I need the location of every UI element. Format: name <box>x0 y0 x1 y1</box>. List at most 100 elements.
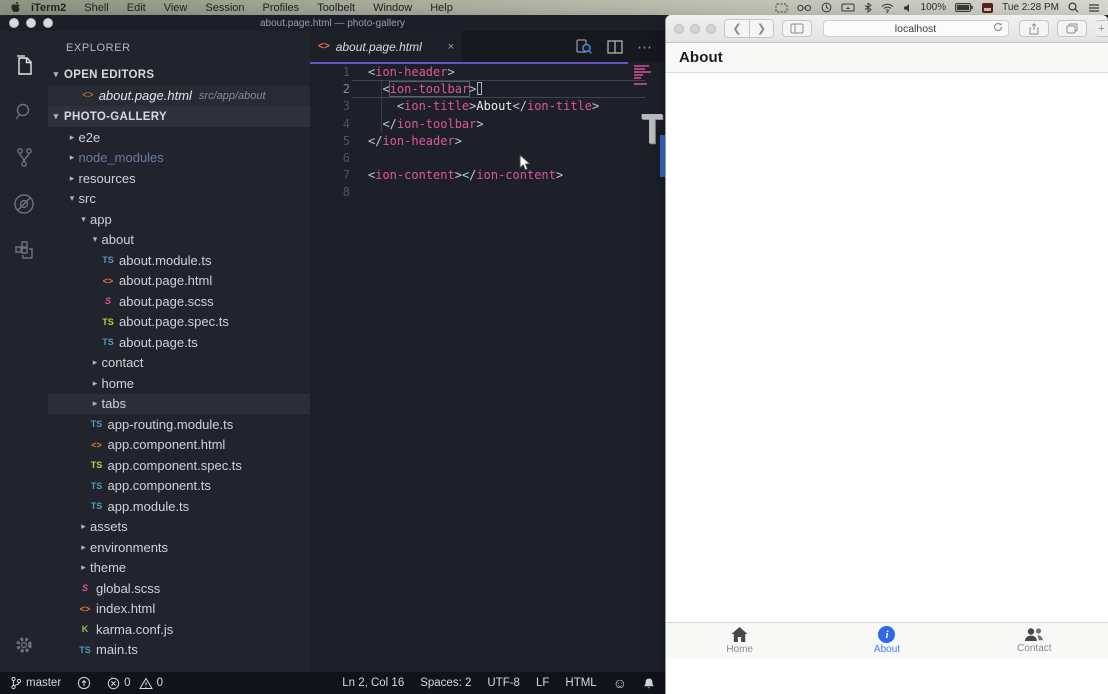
code-line-7[interactable]: 7<ion-content></ion-content> <box>310 167 665 184</box>
battery-icon[interactable] <box>955 3 973 12</box>
tree-item-node-modules[interactable]: ▸node_modules <box>48 148 310 169</box>
clock-menu-icon[interactable] <box>821 2 832 13</box>
project-section-header[interactable]: ▾ PHOTO-GALLERY <box>48 106 310 127</box>
menu-item-view[interactable]: View <box>155 2 197 14</box>
tree-item-app-module-ts[interactable]: TSapp.module.ts <box>48 496 310 517</box>
menu-item-session[interactable]: Session <box>196 2 253 14</box>
tree-item-app-component-ts[interactable]: TSapp.component.ts <box>48 476 310 497</box>
menu-item-toolbelt[interactable]: Toolbelt <box>308 2 364 14</box>
ion-tab-home[interactable]: Home <box>666 623 813 658</box>
menubar-clock[interactable]: Tue 2:28 PM <box>1002 2 1059 13</box>
tree-item-global-scss[interactable]: Sglobal.scss <box>48 578 310 599</box>
code-line-8[interactable]: 8 <box>310 184 665 201</box>
glasses-icon[interactable] <box>797 3 812 12</box>
code-line-2[interactable]: 2 <ion-toolbar> <box>310 81 665 98</box>
spotlight-icon[interactable] <box>1068 2 1079 13</box>
menu-item-iterm2[interactable]: iTerm2 <box>22 2 75 14</box>
menu-item-help[interactable]: Help <box>421 2 462 14</box>
zoom-window-button[interactable] <box>706 24 716 34</box>
tree-item-about-module-ts[interactable]: TSabout.module.ts <box>48 250 310 271</box>
code-line-3[interactable]: 3 <ion-title>About</ion-title> <box>310 98 665 115</box>
menu-item-window[interactable]: Window <box>364 2 421 14</box>
code-line-4[interactable]: 4 </ion-toolbar> <box>310 116 665 133</box>
tree-item-assets[interactable]: ▸assets <box>48 517 310 538</box>
manage-button[interactable] <box>0 622 48 668</box>
split-editor-icon[interactable] <box>607 40 623 54</box>
code-line-5[interactable]: 5</ion-header> <box>310 133 665 150</box>
tree-item-home[interactable]: ▸home <box>48 373 310 394</box>
tree-item-karma-conf-js[interactable]: Kkarma.conf.js <box>48 619 310 640</box>
share-button[interactable] <box>1019 20 1049 37</box>
tree-item-about[interactable]: ▾about <box>48 230 310 251</box>
zoom-window-button[interactable] <box>43 18 53 28</box>
menu-item-profiles[interactable]: Profiles <box>254 2 309 14</box>
tree-item-e2e[interactable]: ▸e2e <box>48 127 310 148</box>
open-preview-icon[interactable] <box>576 39 593 55</box>
screenshot-icon[interactable] <box>775 3 788 13</box>
tree-item-about-page-ts[interactable]: TSabout.page.ts <box>48 332 310 353</box>
tree-item-environments[interactable]: ▸environments <box>48 537 310 558</box>
code-line-1[interactable]: 1<ion-header> <box>310 64 665 81</box>
app-status-icon[interactable] <box>982 3 993 13</box>
git-branch-status[interactable]: master <box>10 676 69 690</box>
indentation-status[interactable]: Spaces: 2 <box>412 677 479 689</box>
bluetooth-icon[interactable] <box>864 2 872 13</box>
extensions-activity-button[interactable] <box>0 227 48 273</box>
tree-item-app-routing-module-ts[interactable]: TSapp-routing.module.ts <box>48 414 310 435</box>
back-button[interactable]: ❮ <box>725 20 749 37</box>
source-control-activity-button[interactable] <box>0 135 48 181</box>
sync-button[interactable] <box>69 676 99 690</box>
minimap[interactable] <box>634 65 658 86</box>
tree-item-app-component-spec-ts[interactable]: TSapp.component.spec.ts <box>48 455 310 476</box>
code-area[interactable]: 1<ion-header>2 <ion-toolbar>3 <ion-title… <box>310 62 665 672</box>
display-icon[interactable] <box>841 3 855 13</box>
wifi-icon[interactable] <box>881 3 894 13</box>
cursor-position-status[interactable]: Ln 2, Col 16 <box>334 677 412 689</box>
tab-overview-button[interactable] <box>1057 20 1087 37</box>
tree-item-contact[interactable]: ▸contact <box>48 353 310 374</box>
new-tab-button[interactable]: + <box>1095 20 1108 37</box>
tree-item-about-page-scss[interactable]: Sabout.page.scss <box>48 291 310 312</box>
more-actions-icon[interactable]: ⋯ <box>637 38 653 56</box>
volume-icon[interactable] <box>903 3 912 13</box>
minimize-window-button[interactable] <box>26 18 36 28</box>
sidebar-toggle-button[interactable] <box>782 20 812 37</box>
eol-status[interactable]: LF <box>528 677 557 689</box>
close-window-button[interactable] <box>674 24 684 34</box>
minimize-window-button[interactable] <box>690 24 700 34</box>
tree-item-resources[interactable]: ▸resources <box>48 168 310 189</box>
open-editors-header[interactable]: ▾ OPEN EDITORS <box>48 64 310 85</box>
language-mode-status[interactable]: HTML <box>557 677 604 689</box>
tree-item-src[interactable]: ▾src <box>48 189 310 210</box>
notification-center-icon[interactable] <box>1088 3 1100 13</box>
tree-item-tabs[interactable]: ▸tabs <box>48 394 310 415</box>
code-line-6[interactable]: 6 <box>310 150 665 167</box>
forward-button[interactable]: ❯ <box>749 20 773 37</box>
menu-item-shell[interactable]: Shell <box>75 2 117 14</box>
menu-item-edit[interactable]: Edit <box>118 2 155 14</box>
open-editor-item[interactable]: <> about.page.html src/app/about <box>48 85 310 106</box>
feedback-button[interactable]: ☺ <box>605 675 635 691</box>
ion-tab-about[interactable]: iAbout <box>813 623 960 658</box>
explorer-activity-button[interactable] <box>0 43 48 89</box>
address-bar[interactable]: localhost <box>823 20 1009 37</box>
debug-activity-button[interactable] <box>0 181 48 227</box>
ion-tab-contact[interactable]: Contact <box>961 623 1108 658</box>
tree-item-theme[interactable]: ▸theme <box>48 558 310 579</box>
tree-item-app[interactable]: ▾app <box>48 209 310 230</box>
tree-item-about-page-html[interactable]: <>about.page.html <box>48 271 310 292</box>
encoding-status[interactable]: UTF-8 <box>479 677 528 689</box>
search-activity-button[interactable] <box>0 89 48 135</box>
tree-item-main-ts[interactable]: TSmain.ts <box>48 640 310 661</box>
vscode-titlebar[interactable]: about.page.html — photo-gallery <box>0 15 665 31</box>
tree-item-about-page-spec-ts[interactable]: TSabout.page.spec.ts <box>48 312 310 333</box>
close-tab-icon[interactable]: × <box>448 41 454 53</box>
editor-tab-about-page-html[interactable]: <> about.page.html × <box>310 31 462 62</box>
reload-button[interactable] <box>993 22 1003 35</box>
tree-item-index-html[interactable]: <>index.html <box>48 599 310 620</box>
notifications-button[interactable] <box>635 677 655 690</box>
apple-menu[interactable] <box>8 2 22 13</box>
problems-status[interactable]: 0 0 <box>99 677 171 690</box>
tree-item-app-component-html[interactable]: <>app.component.html <box>48 435 310 456</box>
close-window-button[interactable] <box>9 18 19 28</box>
